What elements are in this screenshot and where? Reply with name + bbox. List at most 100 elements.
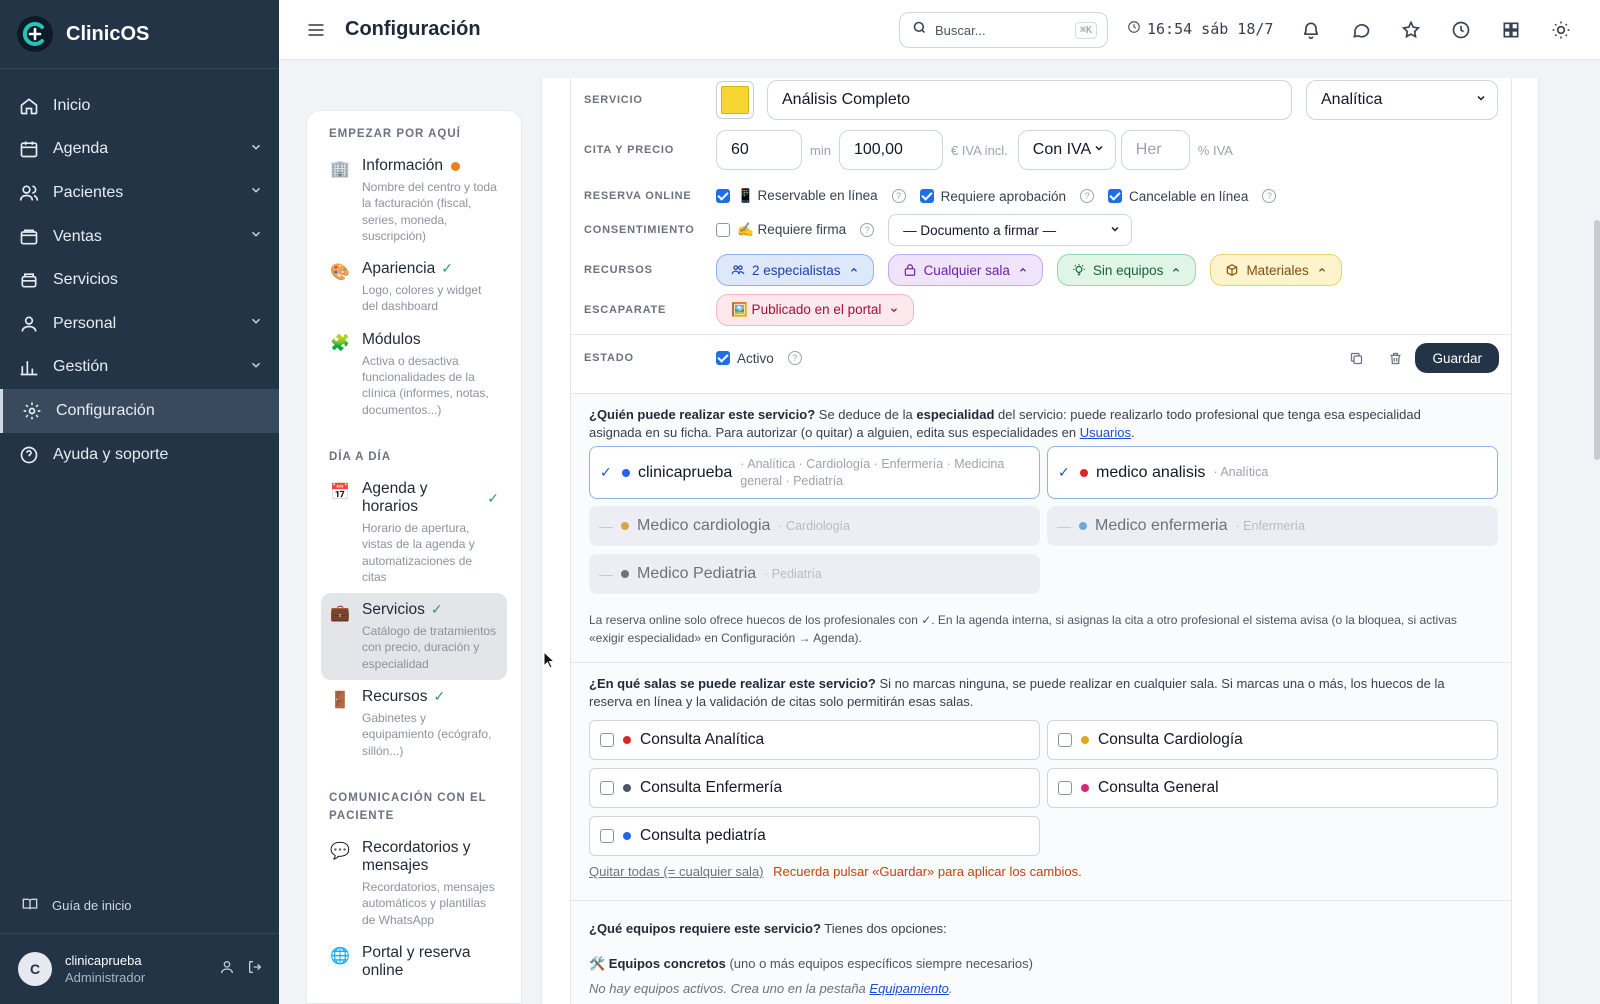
dash-icon: — <box>599 566 613 582</box>
materials-pill[interactable]: Materiales <box>1210 254 1342 286</box>
config-item-informacion[interactable]: 🏢 Información Nombre del centro y toda l… <box>321 149 507 252</box>
menu-icon[interactable] <box>305 19 327 41</box>
help-icon[interactable]: ? <box>860 223 875 237</box>
sun-icon[interactable] <box>1549 18 1573 42</box>
color-dot <box>1081 784 1089 792</box>
topbar: Configuración Buscar... ⌘K 16:54 sáb 18/… <box>279 0 1600 60</box>
help-icon[interactable]: ? <box>787 351 802 365</box>
approval-checkbox[interactable] <box>919 189 934 203</box>
scrollbar[interactable] <box>1594 220 1600 460</box>
trash-icon[interactable] <box>1386 349 1404 367</box>
help-icon[interactable]: ? <box>1262 189 1277 203</box>
lightbulb-icon <box>1072 263 1086 277</box>
config-item-recordatorios[interactable]: 💬 Recordatorios y mensajes Recordatorios… <box>321 831 507 936</box>
nav-inicio[interactable]: Inicio <box>0 84 279 128</box>
nav-agenda[interactable]: Agenda <box>0 128 279 172</box>
color-dot <box>621 570 629 578</box>
signature-checkbox[interactable] <box>716 223 730 237</box>
label-consentimiento: Consentimiento <box>584 224 695 236</box>
room-option[interactable]: Consulta pediatría <box>589 816 1040 856</box>
showcase-pill[interactable]: 🖼️ Publicado en el portal <box>716 294 915 326</box>
bell-icon[interactable] <box>1299 18 1323 42</box>
nav-personal[interactable]: Personal <box>0 302 279 346</box>
chat-icon[interactable] <box>1349 18 1373 42</box>
brand[interactable]: ClinicOS <box>0 0 279 69</box>
room-option[interactable]: Consulta Analítica <box>589 720 1040 760</box>
book-icon <box>22 896 38 915</box>
label-reserva: Reserva online <box>584 190 692 202</box>
config-item-modulos[interactable]: 🧩 Módulos Activa o desactiva funcionalid… <box>321 323 507 426</box>
room-checkbox[interactable] <box>1058 781 1072 795</box>
room-pill[interactable]: Cualquier sala <box>887 254 1043 286</box>
nav-servicios[interactable]: Servicios <box>0 258 279 302</box>
room-option[interactable]: Consulta Cardiología <box>1047 720 1498 760</box>
professional-card[interactable]: ✓ clinicaprueba · Analítica · Cardiologí… <box>589 446 1040 499</box>
tax-mode-select[interactable]: Con IVA <box>1017 130 1116 170</box>
duplicate-icon[interactable] <box>1347 349 1365 367</box>
nav-ayuda[interactable]: Ayuda y soporte <box>0 433 279 477</box>
grid-icon[interactable] <box>1499 18 1523 42</box>
guide-link[interactable]: Guía de inicio <box>0 878 279 934</box>
professional-card[interactable]: — Medico Pediatria · Pediatría <box>589 554 1040 594</box>
star-icon[interactable] <box>1399 18 1423 42</box>
nav-pacientes[interactable]: Pacientes <box>0 171 279 215</box>
help-icon[interactable]: ? <box>891 189 906 203</box>
room-option[interactable]: Consulta General <box>1047 768 1498 808</box>
document-select[interactable]: — Documento a firmar — <box>888 214 1133 246</box>
active-checkbox[interactable] <box>716 351 730 365</box>
pending-dot-icon <box>450 162 460 171</box>
help-icon[interactable]: ? <box>1079 189 1094 203</box>
price-input[interactable]: 100,00 <box>838 130 943 170</box>
mouse-cursor-icon <box>543 651 555 669</box>
section-empezar: Empezar por aquí <box>329 128 461 140</box>
room-checkbox[interactable] <box>1058 733 1072 747</box>
chevron-down-icon <box>249 314 263 333</box>
room-checkbox[interactable] <box>600 733 614 747</box>
professional-card[interactable]: — Medico cardiologia · Cardiología <box>589 506 1040 546</box>
professional-card[interactable]: — Medico enfermeria · Enfermería <box>1047 506 1498 546</box>
reservable-checkbox[interactable] <box>716 189 730 203</box>
usuarios-link[interactable]: Usuarios <box>1080 425 1131 440</box>
service-color-picker[interactable] <box>716 81 754 119</box>
config-item-portal[interactable]: 🌐 Portal y reserva online <box>321 936 507 988</box>
nav-ventas[interactable]: Ventas <box>0 215 279 259</box>
duration-input[interactable]: 60 <box>716 130 802 170</box>
clear-rooms-link[interactable]: Quitar todas (= cualquier sala) <box>589 864 764 879</box>
equipment-pill[interactable]: Sin equipos <box>1056 254 1197 286</box>
service-name-input[interactable]: Análisis Completo <box>767 80 1292 120</box>
chevron-up-icon <box>1018 265 1028 275</box>
people-icon <box>731 263 745 277</box>
profile-icon[interactable] <box>219 959 235 980</box>
config-nav: Empezar por aquí 🏢 Información Nombre de… <box>306 110 522 1004</box>
cancelable-checkbox[interactable] <box>1107 189 1122 203</box>
room-checkbox[interactable] <box>600 829 614 843</box>
config-item-recursos[interactable]: 🚪 Recursos ✓ Gabinetes y equipamiento (ec… <box>321 680 507 767</box>
room-option[interactable]: Consulta Enfermería <box>589 768 1040 808</box>
service-editor: Servicio Análisis Completo Analítica Cit… <box>541 78 1539 1004</box>
puzzle-icon: 🧩 <box>330 334 350 352</box>
config-item-servicios[interactable]: 💼 Servicios ✓ Catálogo de tratamientos co… <box>321 593 507 681</box>
config-item-agenda[interactable]: 📅 Agenda y horarios ✓ Horario de apertura… <box>321 472 507 593</box>
professionals-section: ¿Quién puede realizar este servicio? Se … <box>570 394 1512 663</box>
chevron-up-icon <box>849 265 859 275</box>
user-role: Administrador <box>65 970 146 985</box>
category-select[interactable]: Analítica <box>1306 80 1498 120</box>
history-icon[interactable] <box>1449 18 1473 42</box>
config-item-apariencia[interactable]: 🎨 Apariencia ✓ Logo, colores y widget del… <box>321 252 507 323</box>
chevron-down-icon <box>1109 223 1121 238</box>
logout-icon[interactable] <box>247 959 263 980</box>
tax-rate-input[interactable]: Her <box>1120 130 1190 170</box>
avatar[interactable]: C <box>18 952 52 986</box>
nav-gestion[interactable]: Gestión <box>0 346 279 390</box>
equipamiento-link[interactable]: Equipamiento <box>869 981 949 996</box>
room-checkbox[interactable] <box>600 781 614 795</box>
save-button[interactable]: Guardar <box>1415 343 1499 373</box>
home-icon <box>19 96 39 116</box>
chevron-down-icon <box>249 183 263 202</box>
rooms-section: ¿En qué salas se puede realizar este ser… <box>570 663 1512 901</box>
professional-card[interactable]: ✓ medico analisis · Analítica <box>1047 446 1498 499</box>
nav-configuracion[interactable]: Configuración <box>0 389 279 433</box>
search-input[interactable]: Buscar... ⌘K <box>899 12 1108 48</box>
top-actions <box>1299 18 1573 42</box>
specialists-pill[interactable]: 2 especialistas <box>716 254 874 286</box>
